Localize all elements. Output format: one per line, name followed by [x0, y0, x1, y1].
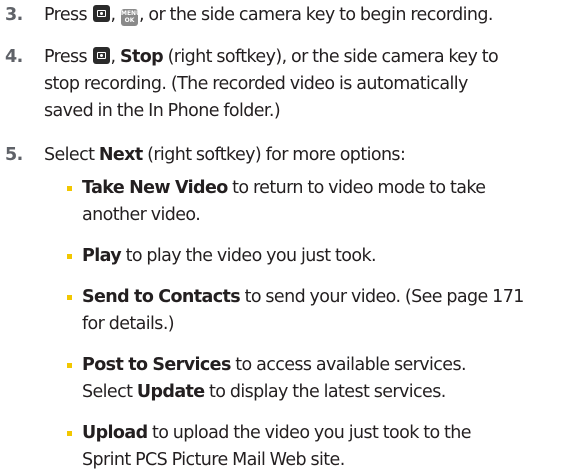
step-text-part: , or the side camera key to begin record… [138, 5, 493, 25]
step-number: 4. [5, 47, 23, 67]
option-name: Send to Contacts [82, 287, 241, 307]
option-description: to return to video mode to take [232, 178, 486, 198]
bullet-icon [67, 254, 72, 259]
option-name: Upload [82, 423, 148, 443]
option-name: Update [136, 382, 205, 402]
step-text-part: Select [44, 145, 95, 165]
option-description: to access available services. [235, 355, 466, 375]
step-text-part: saved in the In Phone folder.) [44, 101, 281, 121]
step-text-part: stop recording. (The recorded video is a… [44, 74, 468, 94]
option-name: Take New Video [82, 178, 228, 198]
softkey-label: Next [98, 145, 143, 165]
step-text: Press , Stop (right softkey), or the sid… [44, 44, 560, 125]
option-description: to upload the video you just took to the [151, 423, 472, 443]
bullet-icon [67, 363, 72, 368]
step-3: 3. Press , MENU OK, or the side camera ke… [0, 2, 560, 29]
option-description: to play the video you just took. [125, 246, 377, 266]
step-text-part: (right softkey), or the side camera key … [167, 47, 499, 67]
step-number: 5. [5, 145, 23, 165]
option-description: Sprint PCS Picture Mail Web site. [82, 450, 345, 470]
step-text: Select Next (right softkey) for more opt… [44, 142, 560, 169]
step-number: 3. [5, 5, 23, 25]
step-text-part: , [110, 5, 117, 25]
bullet-icon [67, 186, 72, 191]
step-4: 4. Press , Stop (right softkey), or the … [0, 44, 560, 125]
option-description: Select [82, 382, 133, 402]
step-text-part: Press [44, 47, 88, 67]
step-text-part: (right softkey) for more options: [147, 145, 406, 165]
bullet-icon [67, 295, 72, 300]
option-name: Post to Services [82, 355, 231, 375]
step-text: Press , MENU OK, or the side camera key t… [44, 2, 560, 29]
list-item: Send to Contacts to send your video. (Se… [0, 284, 560, 338]
option-description: to send your video. (See page 171 [244, 287, 525, 307]
step-text-part: , [110, 47, 117, 67]
step-5: 5. Select Next (right softkey) for more … [0, 142, 560, 169]
list-item: Upload to upload the video you just took… [0, 420, 560, 474]
camera-key-icon [92, 47, 110, 64]
option-name: Play [82, 246, 122, 266]
list-item: Take New Video to return to video mode t… [0, 175, 560, 229]
step-text-part: Press [44, 5, 88, 25]
menu-key-label: MENU [120, 10, 141, 17]
option-description: for details.) [82, 314, 175, 334]
options-list: Take New Video to return to video mode t… [0, 175, 560, 474]
option-description: another video. [82, 205, 201, 225]
list-item: Post to Services to access available ser… [0, 352, 560, 406]
manual-page: 3. Press , MENU OK, or the side camera ke… [0, 0, 563, 470]
camera-key-icon [92, 5, 110, 22]
softkey-label: Stop [119, 47, 164, 67]
option-description: to display the latest services. [209, 382, 446, 402]
ok-key-label: OK [124, 17, 135, 24]
menu-ok-key-icon: MENU OK [120, 9, 141, 26]
list-item: Play to play the video you just took. [0, 243, 560, 270]
bullet-icon [67, 431, 72, 436]
